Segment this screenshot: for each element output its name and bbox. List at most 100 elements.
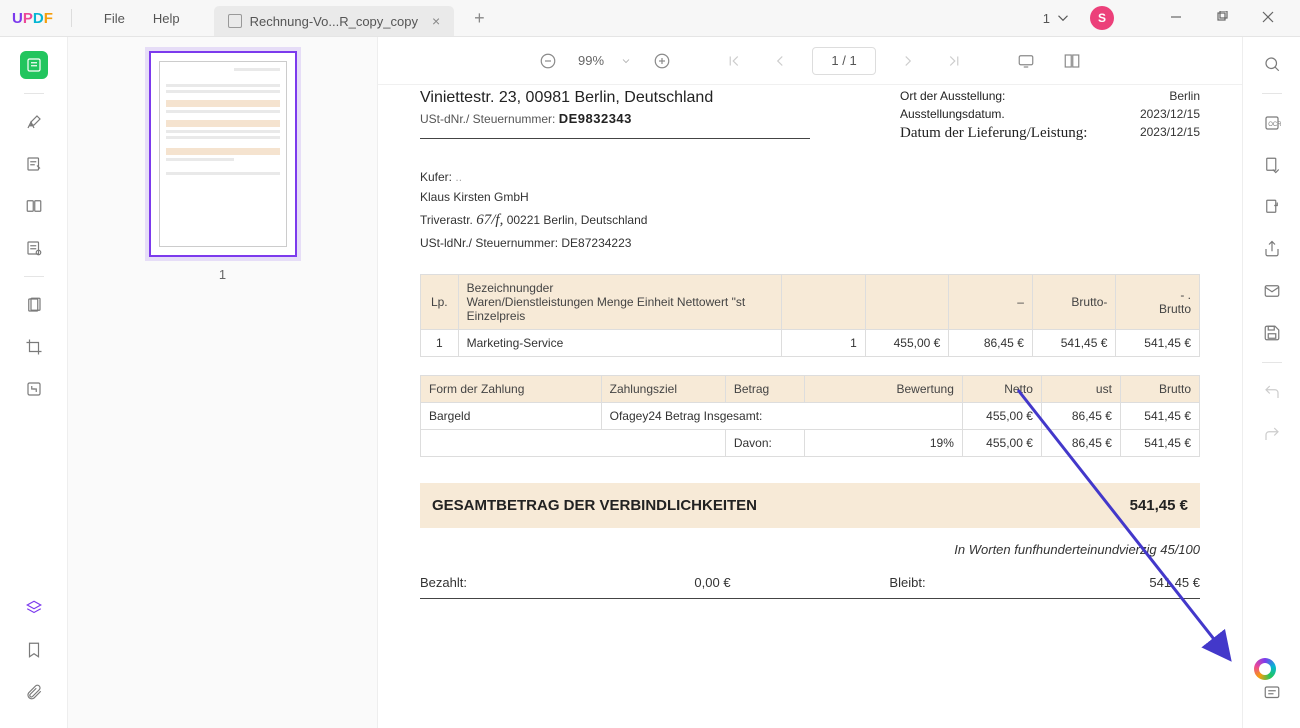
menubar: UPDF File Help Rechnung-Vo...R_copy_copy… [0,0,1300,37]
app-logo: UPDF [12,10,53,27]
thumbnail-panel: 1 [68,37,378,728]
total-row: GESAMTBETRAG DER VERBINDLICHKEITEN 541,4… [420,483,1200,528]
buyer-address-post: 00221 Berlin, Deutschland [507,213,648,227]
undo-button[interactable] [1259,379,1285,405]
cell-ust: 86,45 € [1041,429,1120,456]
cell-lp: 1 [421,329,459,356]
page-thumbnail[interactable] [149,51,297,257]
payment-status-row: Bezahlt: 0,00 € Bleibt: 541,45 € [420,575,1200,599]
seller-address: Viniettestr. 23, 00981 Berlin, Deutschla… [420,89,810,107]
total-value: 541,45 € [1130,497,1188,514]
buyer-name: Klaus Kirsten GmbH [420,187,1200,207]
crop-tool[interactable] [20,333,48,361]
cell-form: Bargeld [421,402,602,429]
tab-close-button[interactable]: × [432,13,440,29]
svg-text:OCR: OCR [1268,122,1281,128]
cell-ust: 86,45 € [1041,402,1120,429]
page-total: 1 [849,53,856,68]
page-layout-button[interactable] [1058,47,1086,75]
table-row: Davon: 19% 455,00 € 86,45 € 541,45 € [421,429,1200,456]
close-window-button[interactable] [1248,3,1288,34]
user-avatar[interactable]: S [1090,6,1114,30]
cell-brutto2: 541,45 € [1116,329,1200,356]
divider [1262,362,1282,363]
menu-help[interactable]: Help [139,5,194,32]
place-value: Berlin [1169,89,1200,103]
ocr-button[interactable]: OCR [1259,110,1285,136]
col-betrag: Betrag [725,375,804,402]
paid-value: 0,00 € [694,575,730,590]
cell-empty [421,429,726,456]
share-button[interactable] [1259,236,1285,262]
seller-vat-value: DE9832343 [559,111,632,126]
col-brutto: Brutto [1120,375,1199,402]
issue-date-label: Ausstellungsdatum. [900,107,1005,121]
form-tool[interactable] [20,234,48,262]
table-row: Bargeld Ofagey24 Betrag Insgesamt: 455,0… [421,402,1200,429]
pdf-page: Viniettestr. 23, 00981 Berlin, Deutschla… [410,85,1210,708]
col-brutto1: Brutto- [1032,274,1116,329]
edit-tool[interactable] [20,150,48,178]
page-tool[interactable] [20,192,48,220]
col-desc: Bezeichnungder Waren/Dienstleistungen Me… [458,274,782,329]
paid-label: Bezahlt: [420,575,467,590]
reader-tool[interactable] [20,51,48,79]
remain-label: Bleibt: [889,575,925,590]
attachment-tool[interactable] [20,678,48,706]
ai-assistant-button[interactable] [1254,658,1276,680]
items-table: Lp. Bezeichnungder Waren/Dienstleistunge… [420,274,1200,357]
place-label: Ort der Ausstellung: [900,89,1005,103]
cell-davon: Davon: [725,429,804,456]
col-bewertung: Bewertung [804,375,962,402]
cell-netto: 455,00 € [962,429,1041,456]
prev-page-button[interactable] [766,47,794,75]
page-viewport[interactable]: Viniettestr. 23, 00981 Berlin, Deutschla… [378,85,1242,728]
remain-value: 541,45 € [1149,575,1200,590]
delivery-date-value: 2023/12/15 [1140,125,1200,142]
document-tab[interactable]: Rechnung-Vo...R_copy_copy × [214,6,455,36]
search-button[interactable] [1259,51,1285,77]
minimize-button[interactable] [1156,3,1196,34]
col-ust: ust [1041,375,1120,402]
issue-date-value: 2023/12/15 [1140,107,1200,121]
zoom-value[interactable]: 99% [578,53,604,68]
delivery-date-label: Datum der Lieferung/Leistung: [900,125,1087,142]
save-button[interactable] [1259,320,1285,346]
convert-button[interactable] [1259,152,1285,178]
tab-count[interactable]: 1 [1031,5,1084,31]
zoom-out-button[interactable] [534,47,562,75]
divider [71,9,72,27]
zoom-dropdown-icon[interactable] [620,52,632,70]
next-page-button[interactable] [894,47,922,75]
email-button[interactable] [1259,278,1285,304]
cell-netto: 455,00 € [865,329,949,356]
redo-button[interactable] [1259,421,1285,447]
present-button[interactable] [1012,47,1040,75]
maximize-button[interactable] [1202,3,1242,34]
left-toolbar [0,37,68,728]
payment-table: Form der Zahlung Zahlungsziel Betrag Bew… [420,375,1200,457]
cell-ziel: Ofagey24 Betrag Insgesamt: [601,402,962,429]
chevron-down-icon [1054,9,1072,27]
comment-tool[interactable] [20,108,48,136]
new-tab-button[interactable]: + [466,4,493,33]
last-page-button[interactable] [940,47,968,75]
first-page-button[interactable] [720,47,748,75]
protect-tool[interactable] [20,291,48,319]
cell-brutto: 541,45 € [1120,429,1199,456]
buyer-address-mid: 67/f, [476,212,503,228]
menu-file[interactable]: File [90,5,139,32]
tab-title: Rechnung-Vo...R_copy_copy [250,14,418,29]
page-input[interactable]: 1 / 1 [812,47,876,75]
comments-panel-button[interactable] [1259,680,1285,706]
divider [24,93,44,94]
col-brutto2: - . Brutto [1116,274,1200,329]
layers-tool[interactable] [20,594,48,622]
bookmark-tool[interactable] [20,636,48,664]
export-button[interactable] [1259,194,1285,220]
zoom-in-button[interactable] [648,47,676,75]
compress-tool[interactable] [20,375,48,403]
workspace: 1 99% 1 / 1 [0,37,1300,728]
cell-qty: 1 [782,329,866,356]
col-blank1 [782,274,866,329]
